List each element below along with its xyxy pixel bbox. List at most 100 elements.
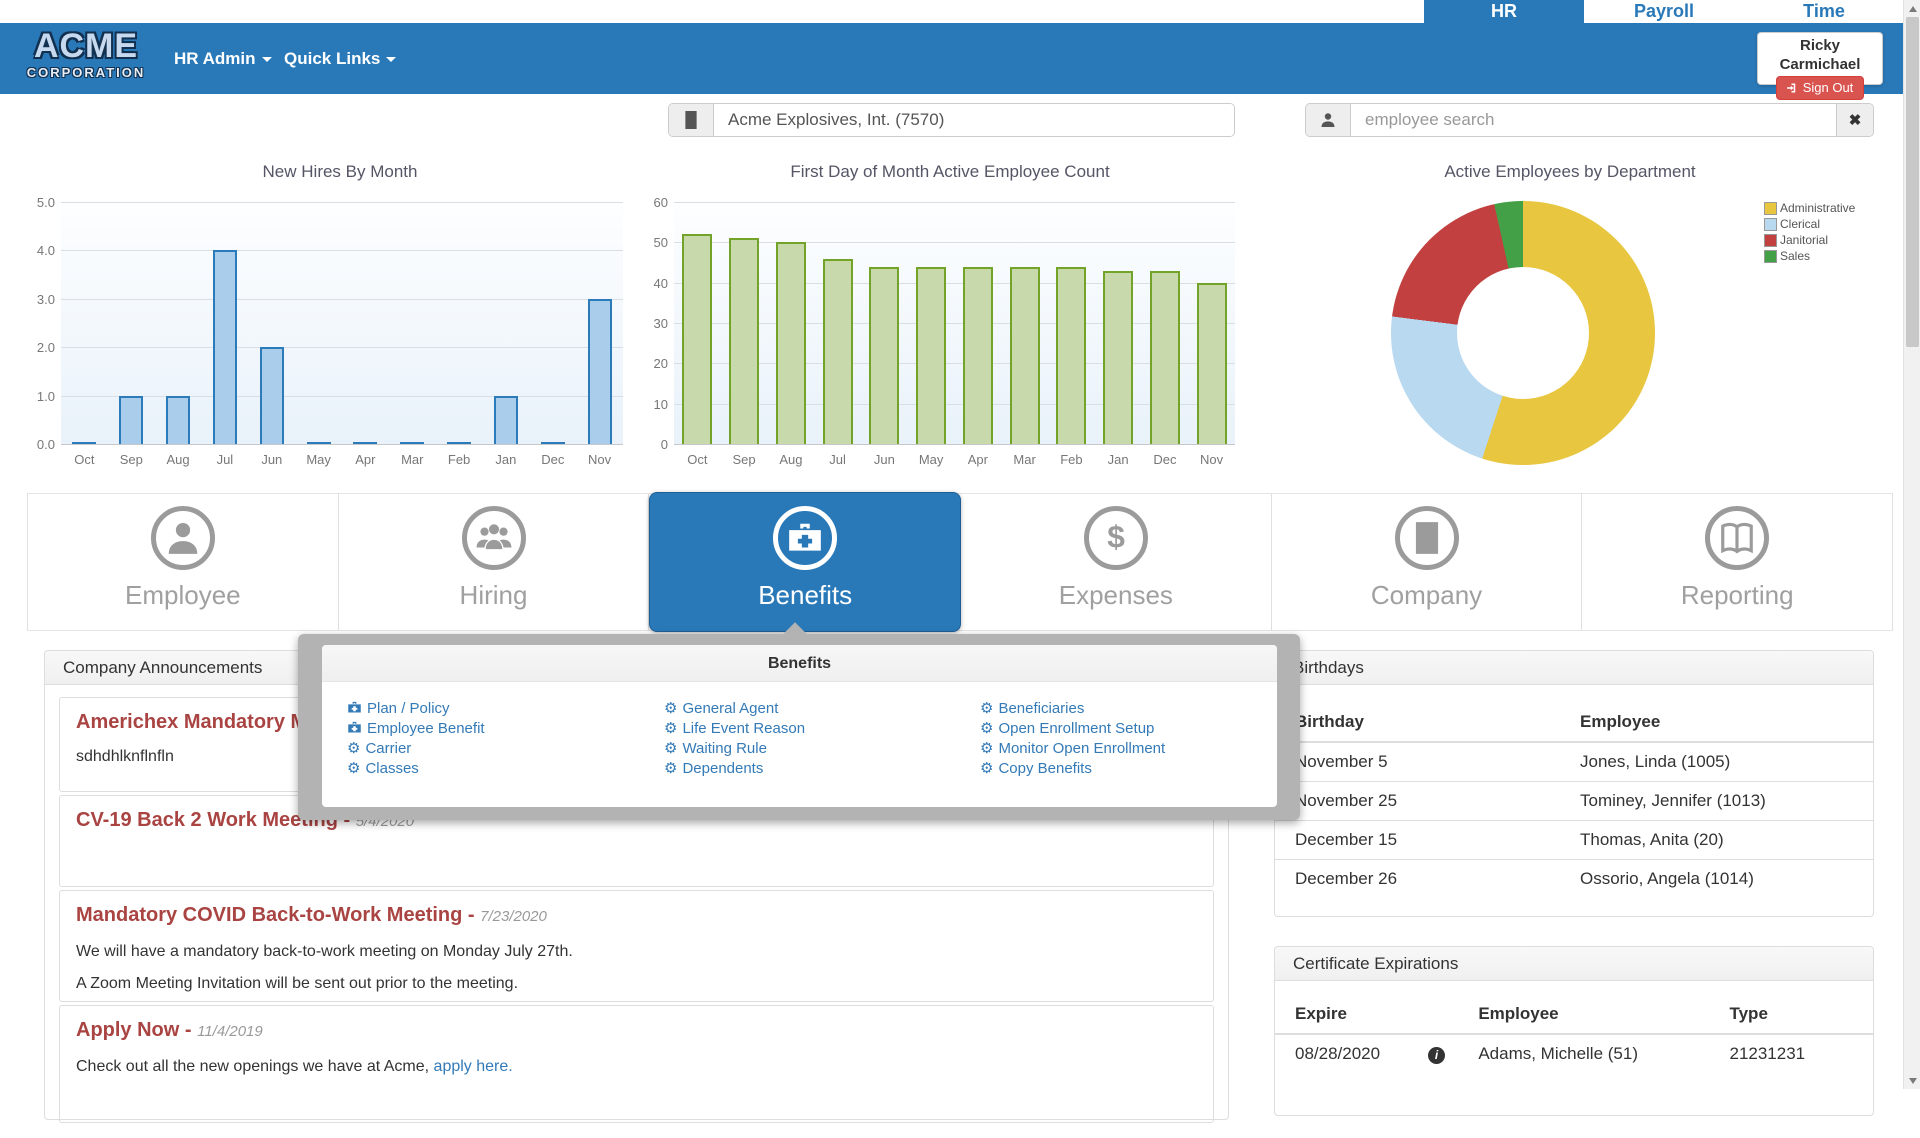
announcement-body: Check out all the new openings we have a… [76, 1057, 1197, 1076]
x-axis-label: Oct [677, 452, 717, 467]
tile-label: Benefits [650, 580, 960, 611]
bar-may [916, 267, 946, 445]
bar-apr [353, 442, 377, 444]
medkit-icon [773, 506, 837, 570]
gear-icon: ⚙ [664, 760, 677, 777]
bar-dec [541, 442, 565, 444]
x-axis-label: Dec [533, 452, 573, 467]
caret-down-icon [262, 57, 272, 62]
tile-label: Hiring [339, 580, 649, 611]
sign-out-button[interactable]: Sign Out [1776, 76, 1865, 100]
chart-active-count: First Day of Month Active Employee Count… [650, 160, 1250, 480]
apply-here-link[interactable]: apply here. [434, 1058, 513, 1075]
company-select-input[interactable] [714, 104, 1234, 136]
y-axis-tick: 40 [634, 277, 668, 290]
building-icon [669, 104, 714, 136]
legend-swatch [1764, 218, 1777, 231]
announcement-title: Apply Now - 11/4/2019 [76, 1018, 1197, 1044]
y-axis-tick: 5.0 [21, 196, 55, 209]
chart-new-hires: New Hires By Month5.04.03.02.01.00.0OctS… [40, 160, 640, 480]
bar-nov [1197, 283, 1227, 444]
announcement-date: 7/23/2020 [480, 908, 547, 925]
benefits-link-employee-benefit[interactable]: Employee Benefit [347, 719, 485, 739]
scrollbar-thumb[interactable] [1906, 17, 1919, 347]
birthdays-panel: Birthdays BirthdayEmployeeNovember 5Jone… [1274, 650, 1874, 917]
certificates-table: ExpireEmployeeType 08/28/2020i Adams, Mi… [1275, 995, 1873, 1073]
gear-icon: ⚙ [664, 740, 677, 757]
legend-label: Administrative [1780, 201, 1855, 215]
gear-icon: ⚙ [980, 760, 993, 777]
donut-hole [1457, 267, 1589, 399]
tab-hr[interactable]: HR [1424, 0, 1584, 23]
birthday-row: November 5Jones, Linda (1005) [1275, 742, 1873, 782]
legend-item: Sales [1764, 248, 1855, 264]
y-axis-tick: 20 [634, 357, 668, 370]
bar-oct [72, 442, 96, 444]
module-tile-employee[interactable]: Employee [27, 494, 339, 630]
popover-column: Plan / PolicyEmployee Benefit⚙Carrier⚙Cl… [347, 699, 485, 779]
x-axis-label: Sep [111, 452, 151, 467]
table-cell: November 5 [1275, 742, 1574, 782]
y-axis-tick: 4.0 [21, 244, 55, 257]
benefits-link-life-event-reason[interactable]: ⚙Life Event Reason [664, 719, 805, 739]
benefits-link-carrier[interactable]: ⚙Carrier [347, 739, 485, 759]
x-axis-label: Mar [1005, 452, 1045, 467]
acme-logo[interactable]: ACME CORPORATION [16, 27, 156, 91]
benefits-link-dependents[interactable]: ⚙Dependents [664, 759, 805, 779]
certificate-row: 08/28/2020i Adams, Michelle (51) 2123123… [1275, 1034, 1873, 1073]
benefits-link-open-enrollment-setup[interactable]: ⚙Open Enrollment Setup [980, 719, 1165, 739]
module-tile-expenses[interactable]: $ Expenses [961, 494, 1272, 630]
x-axis-label: Jan [1098, 452, 1138, 467]
tab-time[interactable]: Time [1744, 0, 1904, 23]
benefits-popover: Benefits Plan / PolicyEmployee Benefit⚙C… [298, 634, 1300, 820]
person-icon [1306, 104, 1351, 136]
x-axis-label: Jan [486, 452, 526, 467]
tile-label: Company [1272, 580, 1582, 611]
scroll-down-arrow-icon[interactable] [1904, 1072, 1920, 1089]
announcement-card: Mandatory COVID Back-to-Work Meeting - 7… [59, 890, 1214, 1002]
module-tile-reporting[interactable]: Reporting [1582, 494, 1893, 630]
bar-jan [1103, 271, 1133, 444]
bar-jun [260, 347, 284, 444]
tile-label: Expenses [961, 580, 1271, 611]
x-axis-label: Nov [580, 452, 620, 467]
tab-payroll[interactable]: Payroll [1584, 0, 1744, 23]
x-axis-label: May [911, 452, 951, 467]
scroll-up-arrow-icon[interactable] [1904, 0, 1920, 17]
y-axis-tick: 1.0 [21, 390, 55, 403]
employee-search-input[interactable] [1351, 104, 1836, 136]
module-tile-benefits[interactable]: Benefits [649, 492, 961, 632]
y-axis-tick: 10 [634, 398, 668, 411]
benefits-link-copy-benefits[interactable]: ⚙Copy Benefits [980, 759, 1165, 779]
benefits-link-plan-policy[interactable]: Plan / Policy [347, 699, 485, 719]
user-box: Ricky Carmichael Sign Out [1757, 32, 1883, 85]
medkit-icon [347, 700, 362, 715]
clear-search-button[interactable]: ✖ [1836, 104, 1873, 136]
benefits-link-waiting-rule[interactable]: ⚙Waiting Rule [664, 739, 805, 759]
benefits-link-general-agent[interactable]: ⚙General Agent [664, 699, 805, 719]
column-header: Expire [1275, 995, 1472, 1034]
benefits-link-beneficiaries[interactable]: ⚙Beneficiaries [980, 699, 1165, 719]
employee-search-group: ✖ [1305, 103, 1874, 137]
y-axis-tick: 2.0 [21, 341, 55, 354]
book-icon [1705, 506, 1769, 570]
benefits-popover-title: Benefits [322, 645, 1277, 682]
popover-column: ⚙General Agent⚙Life Event Reason⚙Waiting… [664, 699, 805, 779]
column-header: Employee [1574, 703, 1873, 742]
sign-out-icon [1787, 82, 1799, 94]
company-select-group [668, 103, 1235, 137]
legend-item: Janitorial [1764, 232, 1855, 248]
info-icon[interactable]: i [1428, 1047, 1445, 1064]
table-cell: Jones, Linda (1005) [1574, 742, 1873, 782]
gear-icon: ⚙ [347, 760, 360, 777]
module-tile-hiring[interactable]: Hiring [339, 494, 650, 630]
table-cell: November 25 [1275, 782, 1574, 821]
table-cell: Thomas, Anita (20) [1574, 821, 1873, 860]
module-tile-company[interactable]: Company [1272, 494, 1583, 630]
benefits-link-classes[interactable]: ⚙Classes [347, 759, 485, 779]
vertical-scrollbar[interactable] [1903, 0, 1920, 1089]
column-header: Birthday [1275, 703, 1574, 742]
menu-quick-links[interactable]: Quick Links [284, 23, 396, 94]
benefits-link-monitor-open-enrollment[interactable]: ⚙Monitor Open Enrollment [980, 739, 1165, 759]
menu-hr-admin[interactable]: HR Admin [174, 23, 272, 94]
